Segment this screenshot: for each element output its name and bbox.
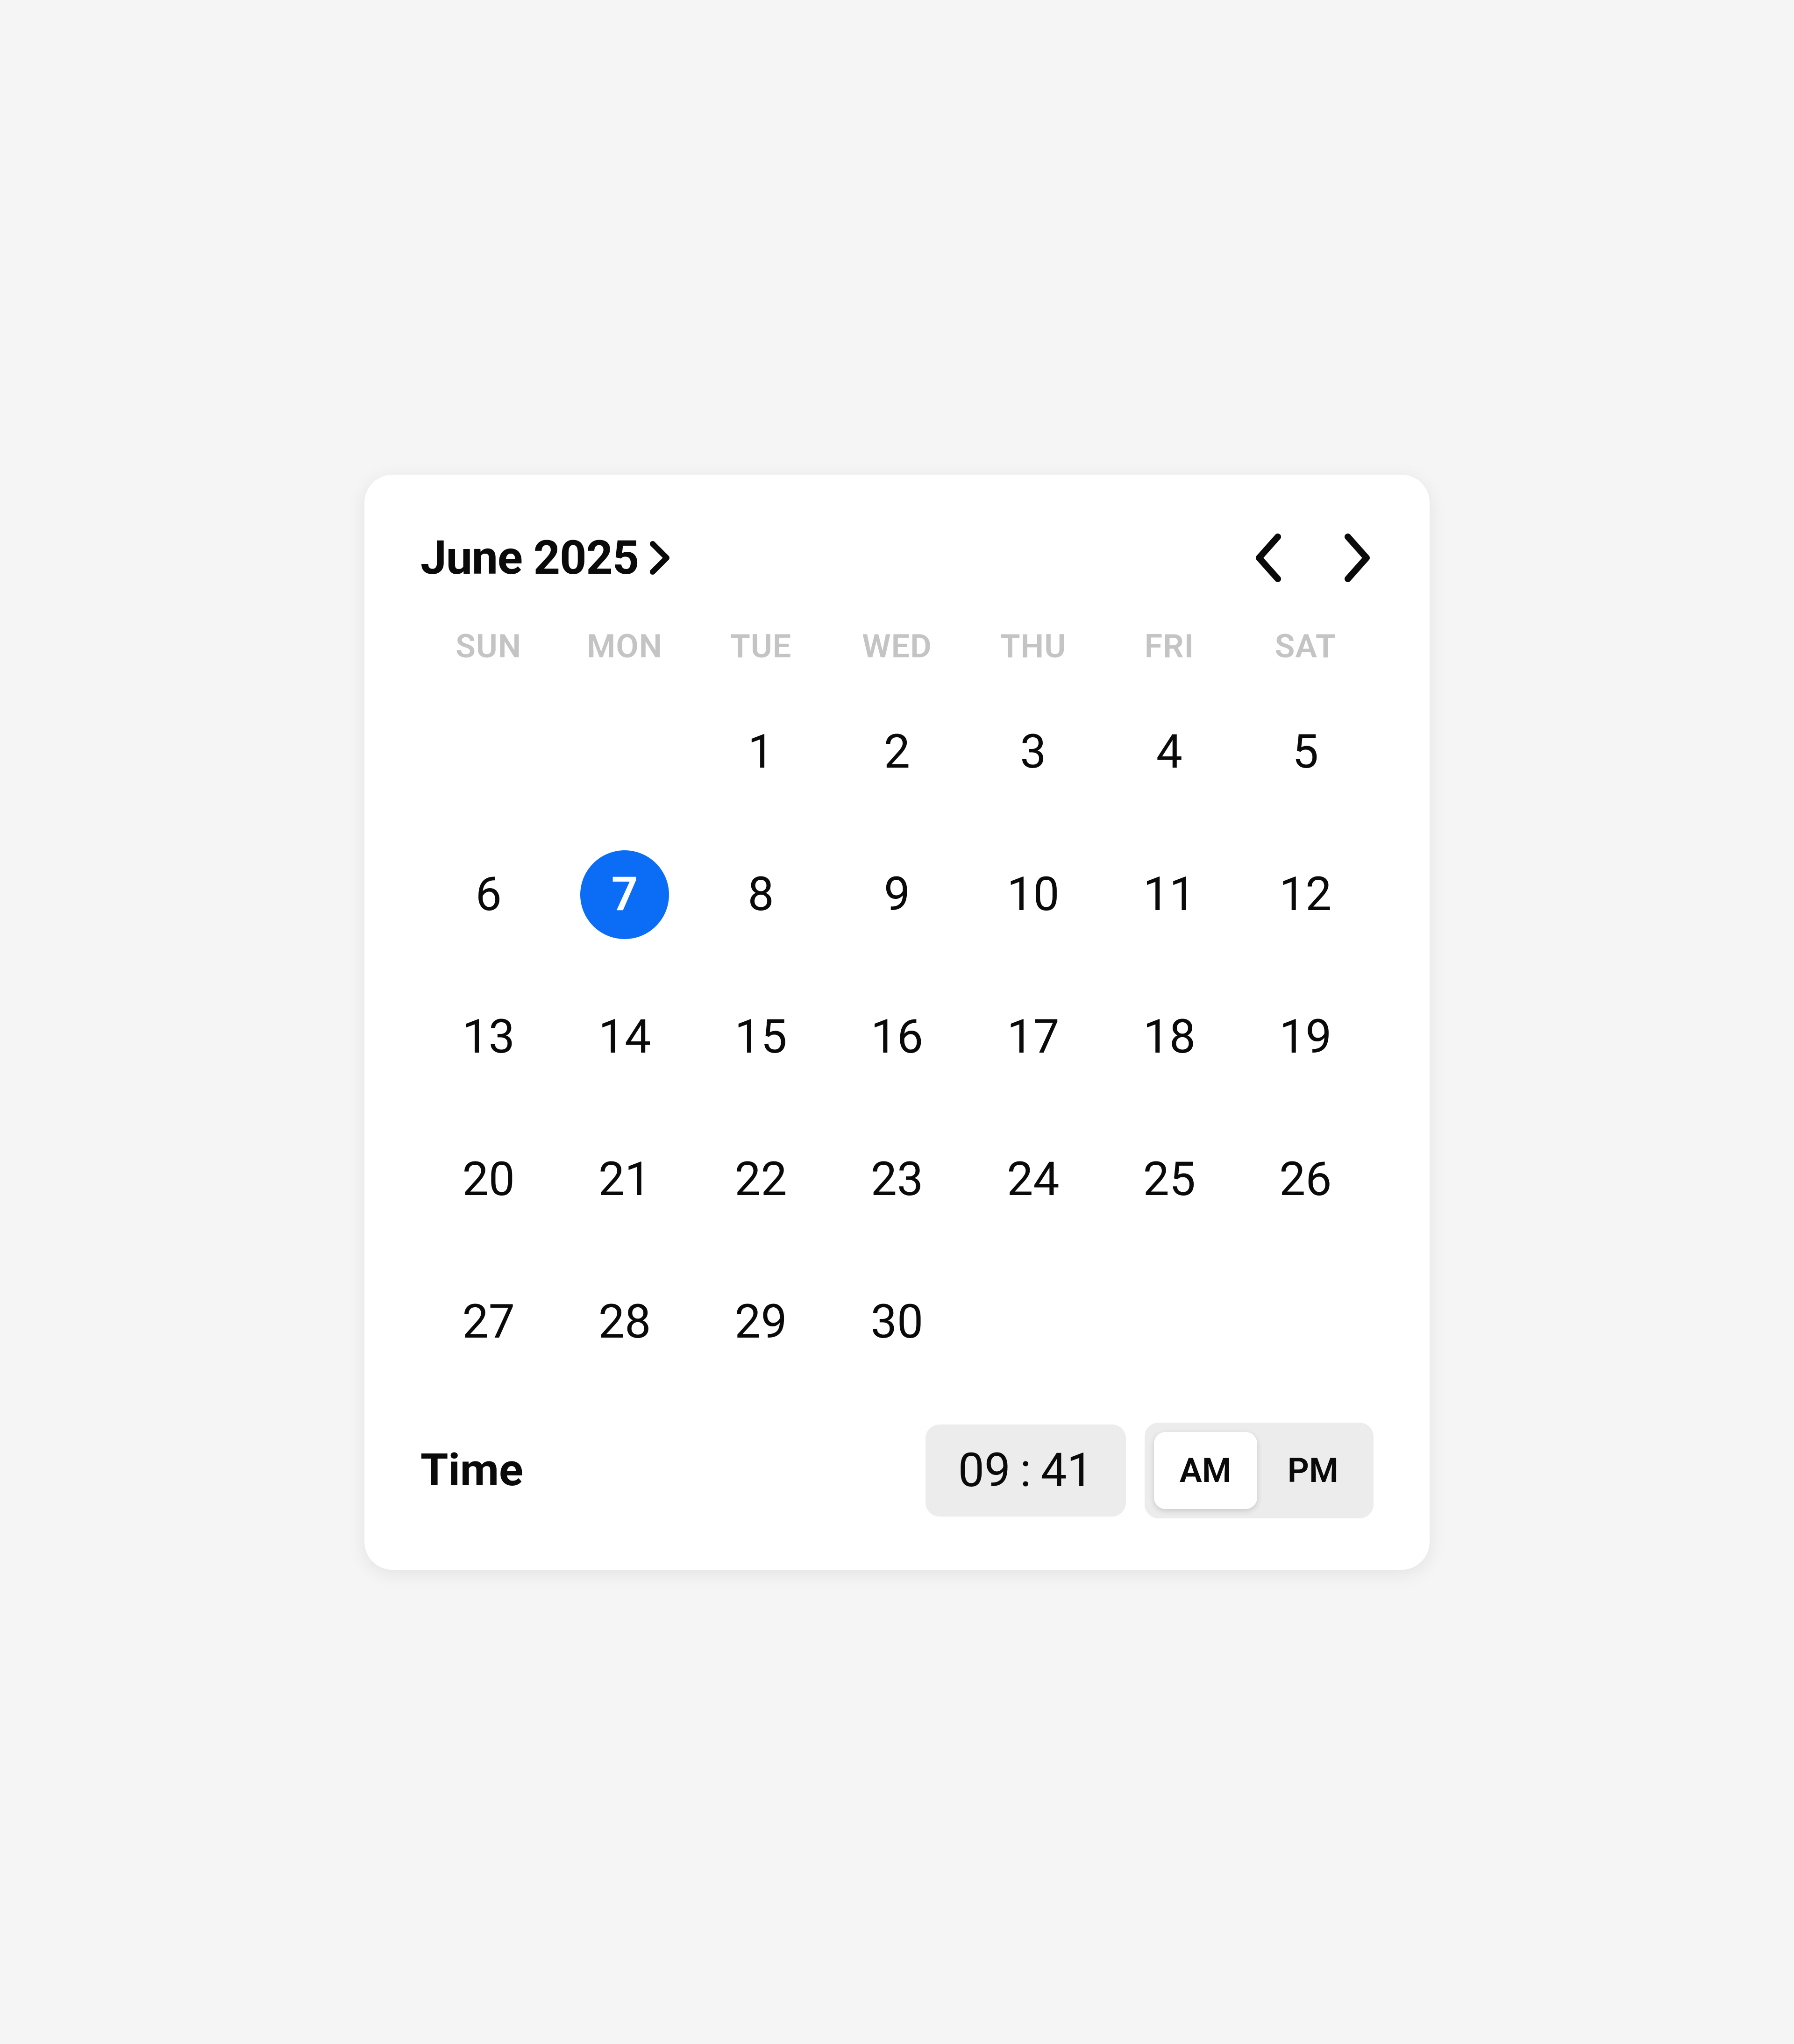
pm-option[interactable]: PM — [1262, 1432, 1364, 1509]
day[interactable]: 16 — [853, 993, 941, 1082]
day-cell: 15 — [693, 993, 829, 1082]
day-cell: 19 — [1238, 993, 1374, 1082]
day-cell: 14 — [556, 993, 692, 1082]
day[interactable]: 27 — [444, 1278, 533, 1367]
prev-month-button[interactable] — [1252, 532, 1285, 584]
day[interactable]: 22 — [717, 1135, 805, 1224]
day-cell: 26 — [1238, 1135, 1374, 1224]
day[interactable]: 30 — [853, 1278, 941, 1367]
day-cell: 28 — [556, 1278, 692, 1367]
day[interactable]: 28 — [580, 1278, 669, 1367]
day-cell: 16 — [829, 993, 965, 1082]
month-year-selector[interactable]: June 2025 — [420, 531, 671, 585]
am-option[interactable]: AM — [1154, 1432, 1257, 1509]
weekday-label: MON — [556, 627, 692, 666]
time-row: Time 09 : 41 AM PM — [420, 1423, 1374, 1518]
day[interactable]: 23 — [853, 1135, 941, 1224]
time-display[interactable]: 09 : 41 — [925, 1424, 1126, 1517]
day[interactable]: 10 — [989, 850, 1077, 939]
day-cell: 23 — [829, 1135, 965, 1224]
day[interactable]: 24 — [989, 1135, 1077, 1224]
day-cell: 4 — [1101, 708, 1237, 797]
day-cell: 7 — [556, 850, 692, 939]
calendar-header: June 2025 — [420, 531, 1374, 585]
day[interactable]: 4 — [1125, 708, 1214, 797]
time-controls: 09 : 41 AM PM — [925, 1423, 1374, 1518]
month-year-label: June 2025 — [420, 531, 639, 585]
day[interactable]: 6 — [444, 850, 533, 939]
day-cell: 8 — [693, 850, 829, 939]
day-cell: 20 — [420, 1135, 556, 1224]
day-cell: 3 — [965, 708, 1101, 797]
day[interactable]: 8 — [717, 850, 805, 939]
day[interactable]: 25 — [1125, 1135, 1214, 1224]
day[interactable]: 1 — [717, 708, 805, 797]
weekday-label: FRI — [1101, 627, 1237, 666]
day[interactable]: 11 — [1125, 850, 1214, 939]
weekday-label: SUN — [420, 627, 556, 666]
time-hour: 09 — [958, 1443, 1011, 1498]
day[interactable]: 3 — [989, 708, 1077, 797]
day-selected[interactable]: 7 — [580, 850, 669, 939]
weekday-label: TUE — [693, 627, 829, 666]
time-colon: : — [1020, 1443, 1031, 1498]
weekday-header-row: SUN MON TUE WED THU FRI SAT — [420, 627, 1374, 666]
day-cell: 11 — [1101, 850, 1237, 939]
day[interactable]: 18 — [1125, 993, 1214, 1082]
next-month-button[interactable] — [1341, 532, 1374, 584]
day-cell: 10 — [965, 850, 1101, 939]
day-cell: 29 — [693, 1278, 829, 1367]
day-cell-empty — [556, 708, 692, 797]
day[interactable]: 12 — [1261, 850, 1350, 939]
day-cell: 27 — [420, 1278, 556, 1367]
day[interactable]: 29 — [717, 1278, 805, 1367]
day-cell-empty — [420, 708, 556, 797]
day[interactable]: 20 — [444, 1135, 533, 1224]
day[interactable]: 14 — [580, 993, 669, 1082]
day[interactable]: 19 — [1261, 993, 1350, 1082]
day[interactable]: 2 — [853, 708, 941, 797]
day[interactable]: 21 — [580, 1135, 669, 1224]
day-cell: 18 — [1101, 993, 1237, 1082]
day-cell: 6 — [420, 850, 556, 939]
chevron-right-icon — [648, 539, 671, 577]
ampm-toggle: AM PM — [1145, 1423, 1374, 1518]
calendar-days-grid: 1234567891011121314151617181920212223242… — [420, 708, 1374, 1367]
time-minute: 41 — [1040, 1443, 1093, 1498]
day-cell: 25 — [1101, 1135, 1237, 1224]
day-cell: 13 — [420, 993, 556, 1082]
day-cell: 1 — [693, 708, 829, 797]
day-cell: 12 — [1238, 850, 1374, 939]
weekday-label: WED — [829, 627, 965, 666]
time-label: Time — [420, 1444, 523, 1496]
day[interactable]: 9 — [853, 850, 941, 939]
day[interactable]: 15 — [717, 993, 805, 1082]
day-cell: 17 — [965, 993, 1101, 1082]
day-cell: 21 — [556, 1135, 692, 1224]
weekday-label: THU — [965, 627, 1101, 666]
day-cell: 24 — [965, 1135, 1101, 1224]
day-cell: 30 — [829, 1278, 965, 1367]
day[interactable]: 26 — [1261, 1135, 1350, 1224]
day-cell: 22 — [693, 1135, 829, 1224]
day[interactable]: 13 — [444, 993, 533, 1082]
day[interactable]: 5 — [1261, 708, 1350, 797]
day-cell: 9 — [829, 850, 965, 939]
weekday-label: SAT — [1238, 627, 1374, 666]
date-time-picker: June 2025 SUN MON TUE WED T — [364, 475, 1430, 1570]
day[interactable]: 17 — [989, 993, 1077, 1082]
month-nav — [1252, 532, 1374, 584]
day-cell: 5 — [1238, 708, 1374, 797]
day-cell: 2 — [829, 708, 965, 797]
